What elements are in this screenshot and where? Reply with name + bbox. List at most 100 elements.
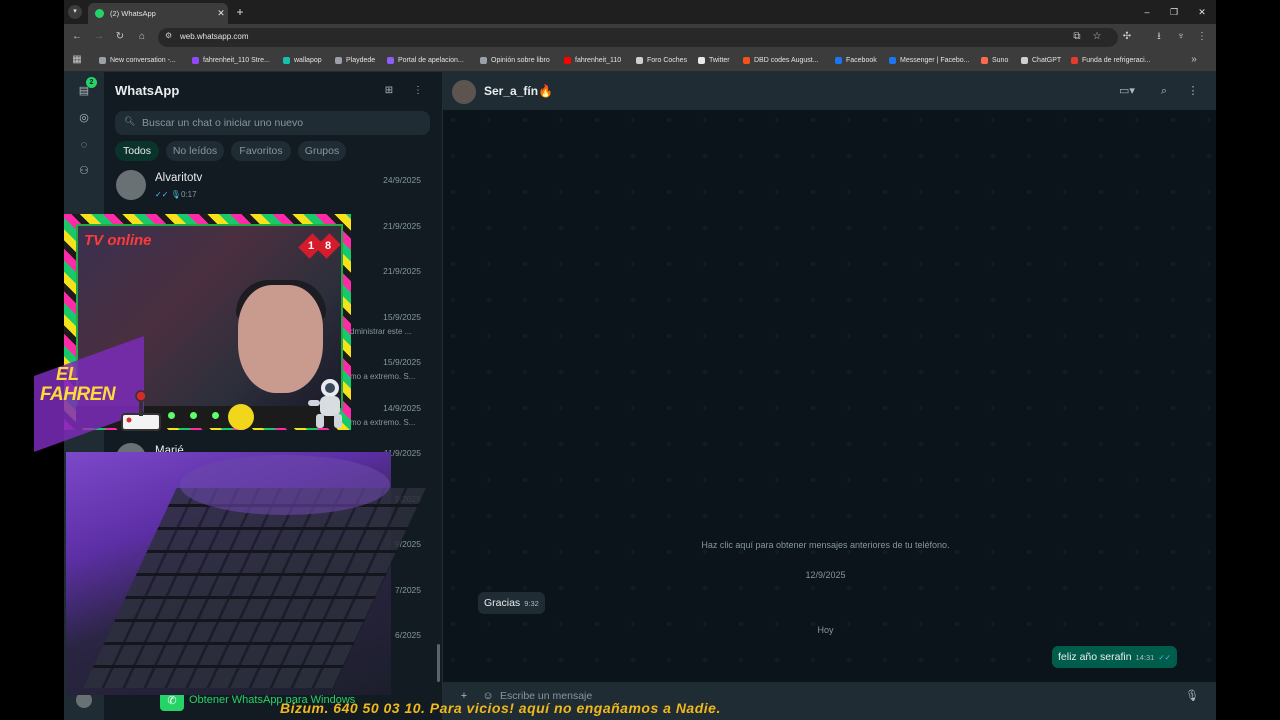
pac-dot [168, 412, 175, 419]
bookmark-star-icon[interactable]: ☆ [1090, 30, 1104, 44]
read-receipt-icon: ✓✓ [1158, 653, 1171, 662]
filter-chip-no-leidos[interactable]: No leídos [166, 141, 224, 161]
bookmark-favicon-icon [636, 56, 643, 64]
filter-chip-favoritos[interactable]: Favoritos [231, 141, 291, 161]
bookmark-item[interactable]: fahrenheit_110 Stre... [192, 54, 270, 66]
filter-chip-grupos[interactable]: Grupos [298, 141, 346, 161]
bookmark-item[interactable]: Foro Coches [636, 54, 687, 66]
bookmark-favicon-icon [889, 56, 896, 64]
minimize-button[interactable]: – [1140, 5, 1154, 19]
date-separator-today: Hoy [817, 625, 834, 635]
tab-search-button[interactable]: ▾ [68, 5, 82, 19]
bookmark-label: Messenger | Facebo... [900, 56, 970, 64]
bookmark-label: Playdede [346, 56, 376, 64]
bookmark-favicon-icon [564, 56, 571, 64]
url-text[interactable]: web.whatsapp.com [180, 32, 248, 41]
new-chat-icon[interactable]: ⊞ [382, 84, 396, 98]
stream-ticker: Bizum. 640 50 03 10. Para vicios! aquí n… [280, 700, 721, 716]
bookmark-favicon-icon [99, 56, 106, 64]
chat-background-pattern [443, 110, 1216, 682]
chat-list-item[interactable]: Alvaritotv 24/9/2025 0:17 ✓✓ 🎙︎ [104, 162, 442, 208]
bookmark-item[interactable]: Suno [981, 54, 1008, 66]
unread-badge: 2 [86, 77, 97, 88]
forward-icon[interactable]: → [92, 30, 106, 44]
apps-grid-icon[interactable]: ▦ [70, 53, 84, 67]
reload-icon[interactable]: ↻ [113, 30, 127, 44]
outgoing-message[interactable]: feliz año serafin 14:31 ✓✓ [1052, 646, 1177, 668]
bookmark-item[interactable]: New conversation -... [99, 54, 176, 66]
bookmark-item[interactable]: fahrenheit_110 [564, 54, 621, 66]
bookmark-favicon-icon [335, 56, 342, 64]
browser-tab-whatsapp[interactable]: (2) WhatsApp ✕ [88, 3, 228, 24]
message-time: 14:31 [1135, 653, 1155, 662]
bookmark-item[interactable]: Playdede [335, 54, 375, 66]
bookmark-item[interactable]: Messenger | Facebo... [889, 54, 970, 66]
back-icon[interactable]: ← [70, 30, 84, 44]
logo-text-fahren: FAHREN [40, 384, 116, 405]
search-messages-icon[interactable]: ⌕ [1156, 84, 1172, 98]
message-text: Gracias [484, 597, 521, 609]
bookmark-item[interactable]: DBD codes August... [743, 54, 819, 66]
install-app-icon[interactable]: ⧉ [1070, 30, 1084, 44]
chat-preview: 0:17 [181, 190, 197, 199]
home-icon[interactable]: ⌂ [135, 30, 149, 44]
profile-icon[interactable]: ♆ [1174, 30, 1188, 44]
bookmark-item[interactable]: Twitter [698, 54, 730, 66]
contact-avatar[interactable] [452, 80, 476, 104]
load-older-messages-link[interactable]: Haz clic aquí para obtener mensajes ante… [443, 540, 1208, 550]
chat-date: 14/9/2025 [383, 402, 421, 413]
status-icon[interactable]: ◎ [76, 111, 92, 125]
bookmark-item[interactable]: ChatGPT [1021, 54, 1061, 66]
bookmark-item[interactable]: Facebook [835, 54, 877, 66]
bookmark-item[interactable]: wallapop [283, 54, 322, 66]
whatsapp-favicon-icon [95, 9, 104, 18]
bookmark-item[interactable]: Opinión sobre libro [480, 54, 550, 66]
incoming-message[interactable]: Gracias 9:32 [478, 592, 545, 614]
bookmark-label: Facebook [846, 56, 877, 64]
browser-menu-icon[interactable]: ⋮ [1195, 30, 1209, 44]
address-bar[interactable] [158, 28, 1118, 47]
bookmark-favicon-icon [835, 56, 842, 64]
bookmark-label: wallapop [294, 56, 322, 64]
message-time: 9:32 [524, 599, 539, 608]
search-input[interactable] [142, 111, 422, 135]
astronaut-icon [308, 379, 342, 428]
filter-chip-todos[interactable]: Todos [115, 141, 159, 161]
bookmark-label: Funda de refrigeraci... [1082, 56, 1151, 64]
new-tab-button[interactable]: + [234, 5, 246, 19]
search-icon: 🔍︎ [124, 116, 136, 126]
communities-icon[interactable]: ⚇ [76, 164, 92, 178]
date-separator: 12/9/2025 [805, 570, 846, 580]
conversation-header[interactable] [443, 72, 1216, 110]
bookmark-label: Opinión sobre libro [491, 56, 550, 64]
video-call-icon[interactable]: ▭▾ [1115, 84, 1139, 98]
bookmark-item[interactable]: Funda de refrigeraci... [1071, 54, 1150, 66]
channels-icon[interactable]: ◌ [76, 138, 92, 152]
chat-date: 15/9/2025 [383, 357, 421, 367]
site-info-icon[interactable]: ⚙ [165, 31, 175, 43]
close-window-button[interactable]: ✕ [1195, 5, 1209, 19]
chat-preview: dministrar este ... [350, 326, 412, 336]
close-tab-icon[interactable]: ✕ [214, 8, 228, 19]
bookmark-label: ChatGPT [1032, 56, 1062, 64]
bookmark-favicon-icon [387, 56, 394, 64]
voice-note-status-icon: ✓✓ 🎙︎ [155, 190, 181, 199]
contact-name[interactable]: Ser_a_fín🔥 [484, 84, 553, 98]
pac-dot [190, 412, 197, 419]
chat-preview: mo a extremo. S... [350, 417, 416, 427]
bookmark-favicon-icon [981, 56, 988, 64]
microphone-icon[interactable]: 🎙︎ [1184, 689, 1200, 703]
more-bookmarks-icon[interactable]: » [1187, 53, 1201, 67]
chat-list-scrollbar[interactable] [437, 644, 440, 682]
bookmark-favicon-icon [1021, 56, 1028, 64]
conversation-menu-icon[interactable]: ⋮ [1185, 84, 1201, 98]
bookmark-label: Suno [992, 56, 1009, 64]
downloads-icon[interactable]: ⭳ [1152, 30, 1166, 44]
bookmark-label: New conversation -... [110, 56, 176, 64]
bookmark-favicon-icon [480, 56, 487, 64]
menu-icon[interactable]: ⋮ [411, 84, 425, 98]
bookmark-item[interactable]: Portal de apelacion... [387, 54, 464, 66]
restore-button[interactable]: ❐ [1167, 5, 1181, 19]
bookmark-favicon-icon [1071, 56, 1078, 64]
extensions-icon[interactable]: ✣ [1120, 30, 1134, 44]
